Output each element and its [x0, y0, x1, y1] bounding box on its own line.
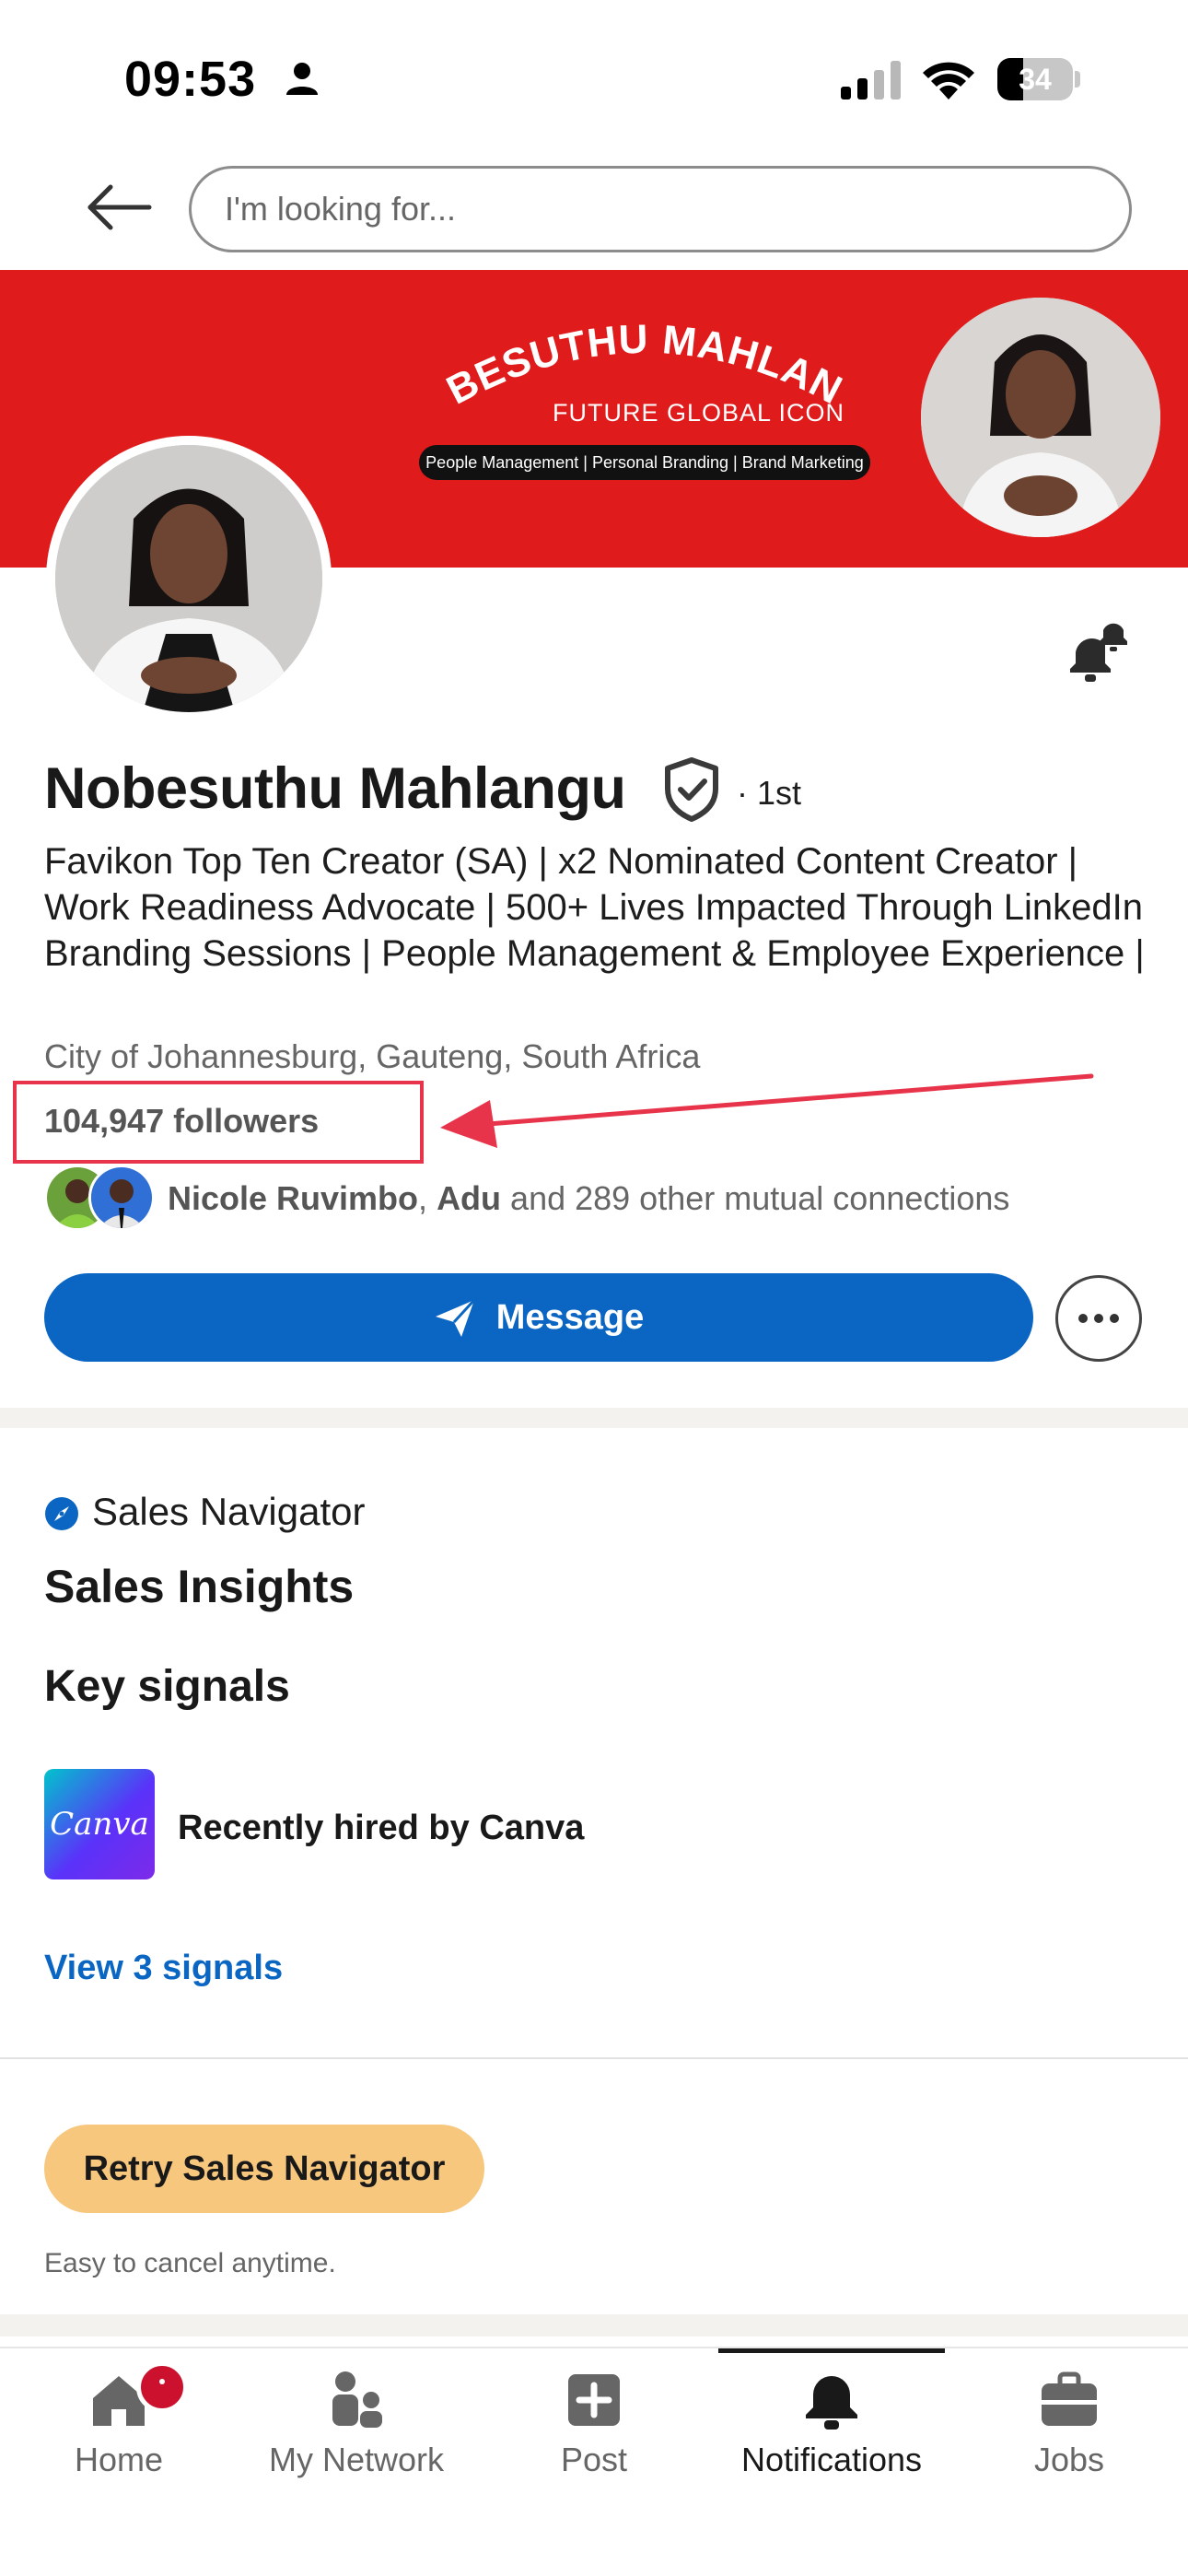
more-options-button[interactable]	[1055, 1275, 1142, 1362]
divider	[0, 2057, 1188, 2059]
tab-jobs[interactable]: Jobs	[950, 2348, 1188, 2576]
canva-logo-text: Canva	[50, 1806, 149, 1843]
mutual-avatar-2	[88, 1165, 155, 1231]
verified-shield-icon[interactable]	[663, 757, 720, 822]
connection-degree: · 1st	[737, 774, 802, 812]
tab-label: Notifications	[740, 2441, 923, 2478]
section-divider	[0, 2314, 1188, 2336]
notification-bell-icon[interactable]	[1059, 617, 1133, 691]
bottom-tab-bar: Home My Network Post Notifications Jobs	[0, 2347, 1188, 2576]
bell-icon	[806, 2376, 857, 2430]
search-bar[interactable]	[189, 166, 1132, 252]
person-icon	[286, 63, 318, 95]
tab-label: Post	[560, 2441, 628, 2478]
retry-sales-navigator-button[interactable]: Retry Sales Navigator	[44, 2125, 484, 2213]
section-divider	[0, 1408, 1188, 1428]
post-icon	[568, 2374, 620, 2426]
wifi-icon	[923, 62, 974, 100]
tab-label: Jobs	[1033, 2441, 1105, 2478]
battery-icon: 34	[997, 58, 1080, 100]
sales-insights-title: Sales Insights	[44, 1561, 355, 1612]
notification-badge	[136, 2361, 188, 2413]
tab-post[interactable]: Post	[475, 2348, 713, 2576]
more-dots-icon	[1078, 1314, 1119, 1323]
status-bar: 09:53 34	[0, 0, 1188, 157]
cancel-note: Easy to cancel anytime.	[44, 2248, 336, 2278]
battery-percent: 34	[1019, 63, 1052, 96]
tab-home[interactable]: Home	[0, 2348, 238, 2576]
profile-avatar[interactable]	[46, 436, 332, 721]
message-label: Message	[495, 1297, 645, 1337]
message-button[interactable]: Message	[44, 1273, 1033, 1362]
cellular-signal-icon	[841, 61, 901, 100]
send-icon	[435, 1298, 475, 1337]
tab-notifications[interactable]: Notifications	[713, 2348, 950, 2576]
signal-item-text[interactable]: Recently hired by Canva	[178, 1809, 584, 1848]
back-arrow-icon[interactable]	[83, 170, 157, 244]
annotation-arrow	[440, 1073, 1094, 1148]
sales-navigator-compass-icon	[45, 1497, 78, 1530]
briefcase-icon	[1042, 2371, 1097, 2426]
banner-tags: People Management | Personal Branding | …	[419, 445, 870, 480]
annotation-highlight-box	[13, 1081, 424, 1164]
view-signals-link[interactable]: View 3 signals	[44, 1949, 283, 1988]
profile-name: Nobesuthu Mahlangu	[44, 756, 626, 821]
tab-label: Home	[74, 2441, 164, 2478]
mutual-connections-text[interactable]: Nicole Ruvimbo, Adu and 289 other mutual…	[168, 1179, 1009, 1218]
status-time: 09:53	[124, 52, 257, 107]
key-signals-title: Key signals	[44, 1662, 290, 1711]
mutual-connection-avatars[interactable]	[44, 1165, 157, 1231]
network-icon	[332, 2371, 382, 2428]
profile-headline: Favikon Top Ten Creator (SA) | x2 Nomina…	[44, 841, 1145, 974]
banner-subtitle: FUTURE GLOBAL ICON	[553, 399, 845, 427]
search-input[interactable]	[225, 169, 1100, 250]
canva-logo[interactable]: Canva	[44, 1769, 155, 1879]
tab-my-network[interactable]: My Network	[238, 2348, 475, 2576]
sales-navigator-label: Sales Navigator	[92, 1490, 366, 1533]
tab-label: My Network	[268, 2441, 445, 2478]
banner-portrait	[921, 298, 1160, 537]
